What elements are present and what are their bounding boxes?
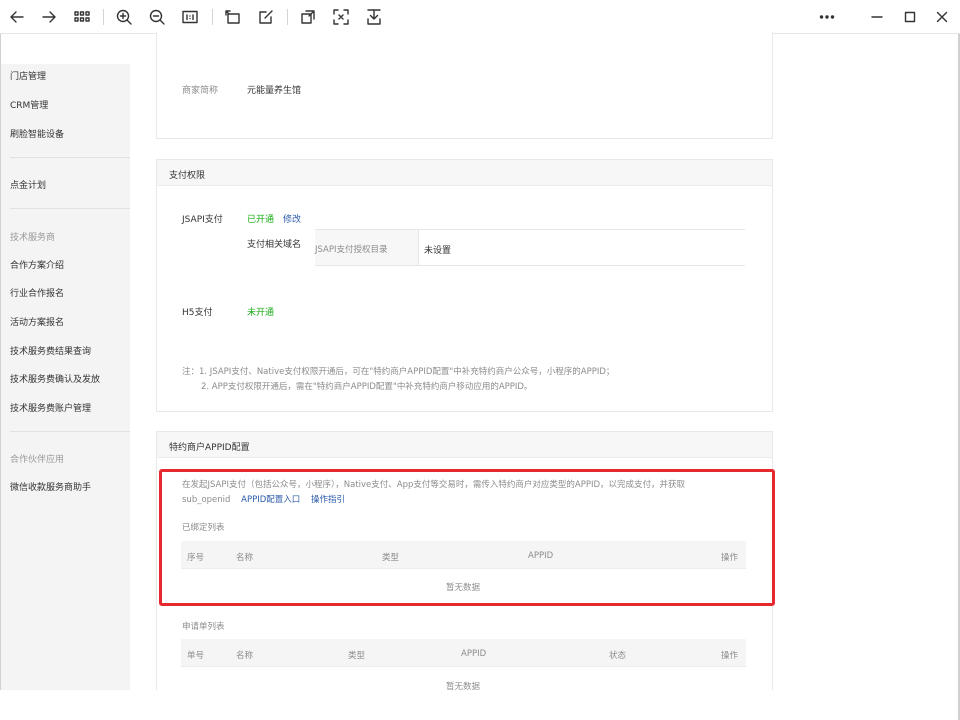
permission-note-2: 2. APP支付权限开通后，需在"特约商户APPID配置"中补充特约商户移动应用… — [201, 382, 533, 392]
sidebar-item-crm[interactable]: CRM管理 — [10, 98, 48, 111]
domain-key: JSAPI支付授权目录 — [315, 245, 388, 255]
bound-table-header: 序号 名称 类型 APPID 操作 — [181, 541, 746, 569]
bound-col-action: 操作 — [721, 553, 739, 563]
apply-col-type: 类型 — [348, 651, 366, 661]
bound-col-name: 名称 — [236, 553, 254, 563]
zoom-out-icon[interactable] — [145, 5, 169, 29]
appid-config-entry-link[interactable]: APPID配置入口 — [241, 495, 300, 505]
actual-size-icon[interactable] — [178, 5, 202, 29]
h5-label: H5支付 — [182, 308, 213, 318]
sidebar-item-wechat-assistant[interactable]: 微信收款服务商助手 — [10, 480, 91, 493]
permission-note-1: 注：1. JSAPI支付、Native支付权限开通后，可在"特约商户APPID配… — [182, 367, 615, 377]
sidebar: 门店管理 CRM管理 刷脸智能设备 点金计划 技术服务商 合作方案介绍 行业合作… — [1, 64, 130, 690]
ocr-icon[interactable] — [329, 5, 353, 29]
sub-openid-text: sub_openid — [182, 495, 231, 505]
merchant-name-label: 商家简称 — [182, 86, 219, 96]
panel-header: 特约商户APPID配置 — [157, 432, 772, 458]
payment-permission-panel: 支付权限 JSAPI支付 已开通 修改 支付相关域名 JSAPI支付授权目录 未… — [156, 159, 773, 412]
window-bottom-strip — [0, 690, 958, 720]
h5-status: 未开通 — [247, 308, 275, 318]
maximize-icon[interactable] — [898, 5, 922, 29]
appid-config-title: 特约商户APPID配置 — [169, 443, 250, 453]
domain-table: JSAPI支付授权目录 未设置 — [315, 229, 745, 266]
edit-icon[interactable] — [254, 5, 278, 29]
sidebar-item-industry-signup[interactable]: 行业合作报名 — [10, 286, 64, 299]
bound-col-type: 类型 — [382, 553, 400, 563]
apply-col-name: 名称 — [236, 651, 254, 661]
more-icon[interactable] — [815, 5, 839, 29]
apply-col-appid: APPID — [461, 649, 487, 659]
jsapi-modify-link[interactable]: 修改 — [283, 212, 301, 225]
domain-key-cell: JSAPI支付授权目录 — [315, 230, 419, 265]
sidebar-group-tech: 技术服务商 — [10, 233, 56, 243]
back-arrow-icon[interactable] — [5, 5, 29, 29]
download-icon[interactable] — [362, 5, 386, 29]
operation-guide-link[interactable]: 操作指引 — [311, 495, 345, 505]
appid-description-line2: sub_openid APPID配置入口 操作指引 — [182, 493, 345, 505]
sidebar-item-coop-intro[interactable]: 合作方案介绍 — [10, 258, 64, 271]
sidebar-divider — [10, 431, 130, 432]
grid-view-icon[interactable] — [70, 5, 94, 29]
appid-description-line1: 在发起JSAPI支付（包括公众号，小程序），Native支付、App支付等交易时… — [182, 480, 686, 490]
sidebar-item-face-device[interactable]: 刷脸智能设备 — [10, 127, 64, 140]
sidebar-item-store[interactable]: 门店管理 — [10, 69, 46, 82]
sidebar-item-fee-result[interactable]: 技术服务费结果查询 — [10, 344, 91, 357]
bound-list-title: 已绑定列表 — [182, 523, 225, 533]
apply-col-action: 操作 — [721, 651, 739, 661]
sidebar-group-partner: 合作伙伴应用 — [10, 455, 65, 465]
apply-col-no: 单号 — [187, 651, 205, 661]
jsapi-label: JSAPI支付 — [182, 215, 223, 225]
bound-col-appid: APPID — [528, 551, 554, 561]
minimize-icon[interactable] — [865, 5, 889, 29]
sidebar-divider — [10, 157, 130, 158]
jsapi-status: 已开通 — [247, 215, 275, 225]
toolbar-divider — [212, 9, 213, 25]
viewer-toolbar — [0, 0, 960, 34]
rotate-icon[interactable] — [221, 5, 245, 29]
apply-list-title: 申请单列表 — [182, 622, 225, 632]
crop-icon[interactable] — [296, 5, 320, 29]
bound-empty-text: 暂无数据 — [446, 583, 481, 593]
panel-header: 支付权限 — [157, 160, 772, 186]
sidebar-item-gold-plan[interactable]: 点金计划 — [10, 178, 46, 191]
domain-label: 支付相关域名 — [247, 240, 302, 250]
domain-value: 未设置 — [424, 246, 452, 256]
toolbar-divider — [103, 9, 104, 25]
sidebar-item-fee-confirm[interactable]: 技术服务费确认及发放 — [10, 372, 100, 385]
merchant-info-panel: 商家简称 元能量养生馆 — [156, 32, 773, 139]
sidebar-divider — [10, 208, 130, 209]
apply-table-header: 单号 名称 类型 APPID 状态 操作 — [181, 639, 746, 667]
zoom-in-icon[interactable] — [112, 5, 136, 29]
sidebar-item-fee-account[interactable]: 技术服务费账户管理 — [10, 401, 91, 414]
sidebar-item-activity-signup[interactable]: 活动方案报名 — [10, 315, 64, 328]
apply-col-status: 状态 — [609, 651, 627, 661]
bound-col-index: 序号 — [187, 553, 205, 563]
merchant-name-value: 元能量养生馆 — [247, 86, 302, 96]
main-content: 商家简称 元能量养生馆 支付权限 JSAPI支付 已开通 修改 支付相关域名 J… — [130, 32, 958, 693]
close-icon[interactable] — [930, 5, 954, 29]
appid-config-panel: 特约商户APPID配置 在发起JSAPI支付（包括公众号，小程序），Native… — [156, 431, 773, 693]
forward-arrow-icon[interactable] — [37, 5, 61, 29]
payment-permission-title: 支付权限 — [169, 171, 206, 181]
toolbar-divider — [287, 9, 288, 25]
